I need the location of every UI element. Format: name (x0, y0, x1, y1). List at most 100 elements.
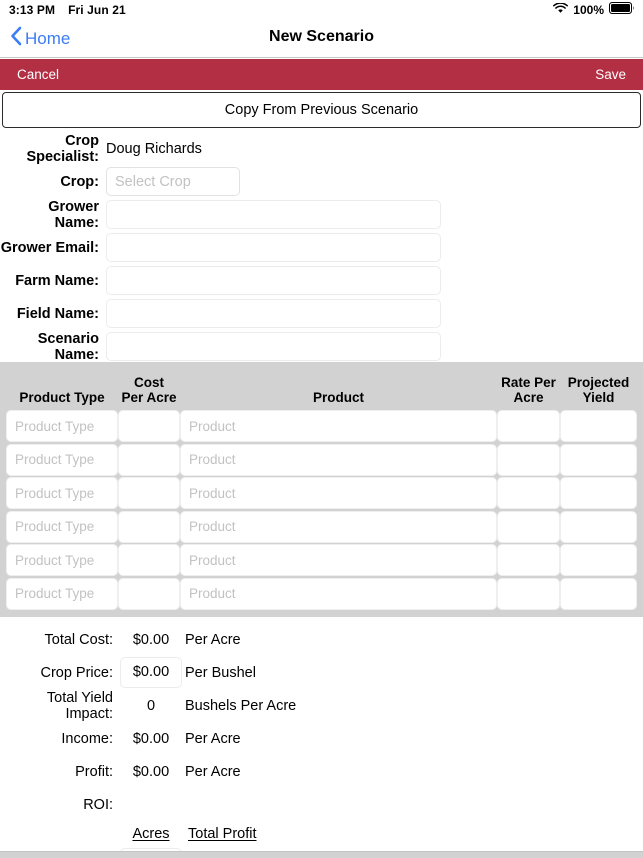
total-yield-impact-label: Total Yield Impact: (46, 689, 113, 722)
cell-product[interactable]: Product (180, 477, 497, 509)
profit-unit: Per Acre (185, 763, 241, 780)
cell-projected-yield[interactable] (560, 410, 637, 442)
cell-cost-per-acre[interactable] (118, 510, 180, 543)
wifi-icon (553, 1, 569, 19)
form-row-field-name: Field Name: (0, 297, 643, 330)
cell-cost-per-acre[interactable] (118, 477, 180, 509)
form-row-scenario-name: Scenario Name: (0, 330, 643, 363)
field-name-input[interactable] (106, 299, 441, 328)
scenario-name-input[interactable] (106, 332, 441, 361)
crop-price-input[interactable]: $0.00 (120, 657, 182, 688)
table-row: Product Type Product (0, 477, 643, 511)
column-header-rate-per-acre: Rate Per Acre (497, 375, 560, 405)
form-row-crop-specialist: Crop Specialist: Doug Richards (0, 132, 643, 165)
profit-label: Profit: (75, 763, 113, 780)
form-row-crop: Crop: (0, 165, 643, 198)
summary-row-crop-price: Crop Price: $0.00 Per Bushel (0, 656, 643, 689)
grower-email-input[interactable] (106, 233, 441, 262)
farm-name-input[interactable] (106, 266, 441, 295)
crop-specialist-label: Crop Specialist: (26, 132, 99, 165)
cell-rate-per-acre[interactable] (497, 544, 560, 576)
form-row-farm-name: Farm Name: (0, 264, 643, 297)
column-header-total-profit: Total Profit (188, 826, 257, 842)
cell-product[interactable]: Product (180, 443, 497, 476)
cell-cost-per-acre[interactable] (118, 443, 180, 476)
cell-rate-per-acre[interactable] (497, 443, 560, 476)
total-yield-impact-value: 0 (146, 697, 156, 714)
bottom-bar (0, 851, 643, 858)
column-header-acres: Acres (132, 826, 170, 842)
farm-name-label: Farm Name: (15, 272, 99, 289)
income-unit: Per Acre (185, 730, 241, 747)
income-label: Income: (61, 730, 113, 747)
status-time: 3:13 PM (9, 3, 56, 17)
summary-row-income: Income: $0.00 Per Acre (0, 722, 643, 755)
status-indicators: 100% (553, 1, 635, 19)
crop-price-label: Crop Price: (40, 664, 113, 681)
cell-projected-yield[interactable] (560, 477, 637, 509)
copy-button-label: Copy From Previous Scenario (224, 102, 419, 118)
copy-from-previous-scenario-button[interactable]: Copy From Previous Scenario (2, 92, 641, 128)
column-header-projected-yield-line2: Yield (582, 390, 615, 405)
grower-name-label: Grower Name: (48, 198, 99, 231)
column-header-cost-per-acre: Cost Per Acre (118, 375, 180, 405)
cell-projected-yield[interactable] (560, 577, 637, 610)
status-date: Fri Jun 21 (68, 3, 126, 17)
form-row-grower-name: Grower Name: (0, 198, 643, 231)
product-table-header: Product Type Cost Per Acre Product Rate … (0, 362, 643, 410)
summary-row-profit: Profit: $0.00 Per Acre (0, 755, 643, 788)
profit-value: $0.00 (132, 763, 170, 780)
cell-product-type[interactable]: Product Type (6, 443, 118, 476)
cell-projected-yield[interactable] (560, 544, 637, 576)
cell-rate-per-acre[interactable] (497, 510, 560, 543)
crop-label: Crop: (60, 173, 99, 190)
battery-full-icon (609, 1, 635, 19)
grower-name-input[interactable] (106, 200, 441, 229)
summary-row-total-cost: Total Cost: $0.00 Per Acre (0, 623, 643, 656)
cell-product-type[interactable]: Product Type (6, 577, 118, 610)
crop-select-input[interactable] (106, 167, 240, 196)
summary-section: Total Cost: $0.00 Per Acre Crop Price: $… (0, 623, 643, 858)
save-button[interactable]: Save (595, 67, 626, 82)
cell-projected-yield[interactable] (560, 510, 637, 543)
cell-rate-per-acre[interactable] (497, 410, 560, 442)
summary-row-roi: ROI: (0, 788, 643, 821)
page-title: New Scenario (269, 28, 374, 45)
table-row: Product Type Product (0, 544, 643, 578)
status-bar: 3:13 PM Fri Jun 21 100% (0, 0, 643, 20)
grower-email-label: Grower Email: (0, 239, 99, 256)
cell-cost-per-acre[interactable] (118, 410, 180, 442)
cell-product[interactable]: Product (180, 510, 497, 543)
column-header-projected-yield: Projected Yield (560, 375, 637, 405)
cell-product[interactable]: Product (180, 544, 497, 576)
cell-product-type[interactable]: Product Type (6, 544, 118, 576)
cell-product-type[interactable]: Product Type (6, 410, 118, 442)
table-row: Product Type Product (0, 510, 643, 545)
cell-product[interactable]: Product (180, 410, 497, 442)
cell-product[interactable]: Product (180, 577, 497, 610)
table-row: Product Type Product (0, 410, 643, 444)
column-header-projected-yield-line1: Projected (567, 375, 630, 390)
summary-row-total-yield-impact: Total Yield Impact: 0 Bushels Per Acre (0, 689, 643, 722)
total-cost-unit: Per Acre (185, 631, 241, 648)
crop-price-unit: Per Bushel (185, 664, 256, 681)
cell-rate-per-acre[interactable] (497, 477, 560, 509)
form-row-grower-email: Grower Email: (0, 231, 643, 264)
cell-cost-per-acre[interactable] (118, 577, 180, 610)
cell-cost-per-acre[interactable] (118, 544, 180, 576)
cell-product-type[interactable]: Product Type (6, 510, 118, 543)
column-header-cost-per-acre-line1: Cost (134, 375, 164, 390)
cancel-button[interactable]: Cancel (17, 67, 59, 82)
cell-product-type[interactable]: Product Type (6, 477, 118, 509)
income-value: $0.00 (132, 730, 170, 747)
cell-rate-per-acre[interactable] (497, 577, 560, 610)
crop-specialist-value: Doug Richards (106, 140, 202, 157)
table-row: Product Type Product (0, 577, 643, 612)
action-toolbar: Cancel Save (0, 59, 643, 90)
table-row: Product Type Product (0, 443, 643, 478)
battery-percent: 100% (573, 3, 604, 17)
navigation-bar: Home New Scenario (0, 20, 643, 58)
cell-projected-yield[interactable] (560, 443, 637, 476)
column-header-product: Product (312, 390, 364, 405)
scenario-form: Crop Specialist: Doug Richards Crop: Gro… (0, 132, 643, 363)
